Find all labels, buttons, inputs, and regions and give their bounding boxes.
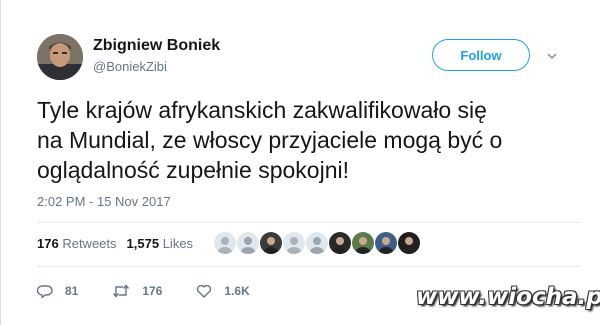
liker-avatar[interactable] xyxy=(329,232,351,254)
liker-avatar[interactable] xyxy=(214,232,236,254)
author-avatar[interactable] xyxy=(37,34,83,80)
default-avatar-icon xyxy=(283,232,305,254)
retweets-label[interactable]: Retweets xyxy=(62,236,116,251)
author-handle[interactable]: @BoniekZibi xyxy=(93,59,167,74)
follow-button[interactable]: Follow xyxy=(432,39,530,71)
site-watermark: www.wiocha.pl xyxy=(416,284,600,310)
liker-avatar[interactable] xyxy=(306,232,328,254)
retweet-count: 176 xyxy=(142,284,163,298)
liker-avatar[interactable] xyxy=(352,232,374,254)
liker-avatar[interactable] xyxy=(283,232,305,254)
user-photo-icon xyxy=(398,232,420,254)
author-display-name[interactable]: Zbigniew Boniek xyxy=(93,37,220,55)
liker-avatar[interactable] xyxy=(398,232,420,254)
tweet-stats: 176 Retweets 1,575 Likes xyxy=(37,236,193,251)
tweet-text: Tyle krajów afrykanskich zakwalifikowało… xyxy=(37,95,582,185)
tweet-text-line: na Mundial, ze włoscy przyjaciele mogą b… xyxy=(37,127,503,153)
chevron-down-icon[interactable] xyxy=(546,50,558,62)
likers-avatars xyxy=(214,232,421,256)
heart-icon xyxy=(197,284,212,298)
reply-count: 81 xyxy=(65,284,79,298)
divider xyxy=(37,266,581,267)
like-count: 1.6K xyxy=(224,284,250,298)
likes-label[interactable]: Likes xyxy=(163,236,193,251)
user-photo-icon xyxy=(329,232,351,254)
liker-avatar[interactable] xyxy=(375,232,397,254)
reply-icon xyxy=(37,285,53,299)
default-avatar-icon xyxy=(306,232,328,254)
retweet-button[interactable]: 176 xyxy=(112,283,162,299)
tweet-text-line: Tyle krajów afrykanskich zakwalifikowało… xyxy=(37,97,487,123)
retweets-count[interactable]: 176 xyxy=(37,236,59,251)
default-avatar-icon xyxy=(214,232,236,254)
liker-avatar[interactable] xyxy=(260,232,282,254)
retweet-icon xyxy=(113,284,130,298)
tweet-actions: 81 176 1.6K xyxy=(37,280,284,302)
divider xyxy=(37,222,581,223)
user-photo-icon xyxy=(375,232,397,254)
like-button[interactable]: 1.6K xyxy=(196,283,250,299)
default-avatar-icon xyxy=(237,232,259,254)
tweet-timestamp[interactable]: 2:02 PM - 15 Nov 2017 xyxy=(37,194,171,209)
liker-avatar[interactable] xyxy=(237,232,259,254)
user-photo-icon xyxy=(260,232,282,254)
author-photo-icon xyxy=(37,34,83,80)
likes-count[interactable]: 1,575 xyxy=(127,236,160,251)
user-photo-icon xyxy=(352,232,374,254)
tweet-card: Zbigniew Boniek @BoniekZibi Follow Tyle … xyxy=(0,0,600,325)
reply-button[interactable]: 81 xyxy=(37,283,78,299)
tweet-text-line: oglądalność zupełnie spokojni! xyxy=(37,157,349,183)
